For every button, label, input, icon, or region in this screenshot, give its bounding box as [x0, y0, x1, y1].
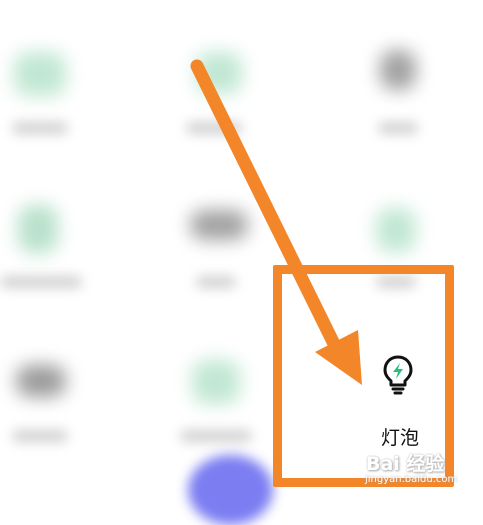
annotation-arrow-icon [190, 59, 362, 385]
baidu-watermark: Bai 经验 [366, 453, 445, 475]
baidu-watermark-url: jingyan.baidu.com [365, 474, 458, 485]
